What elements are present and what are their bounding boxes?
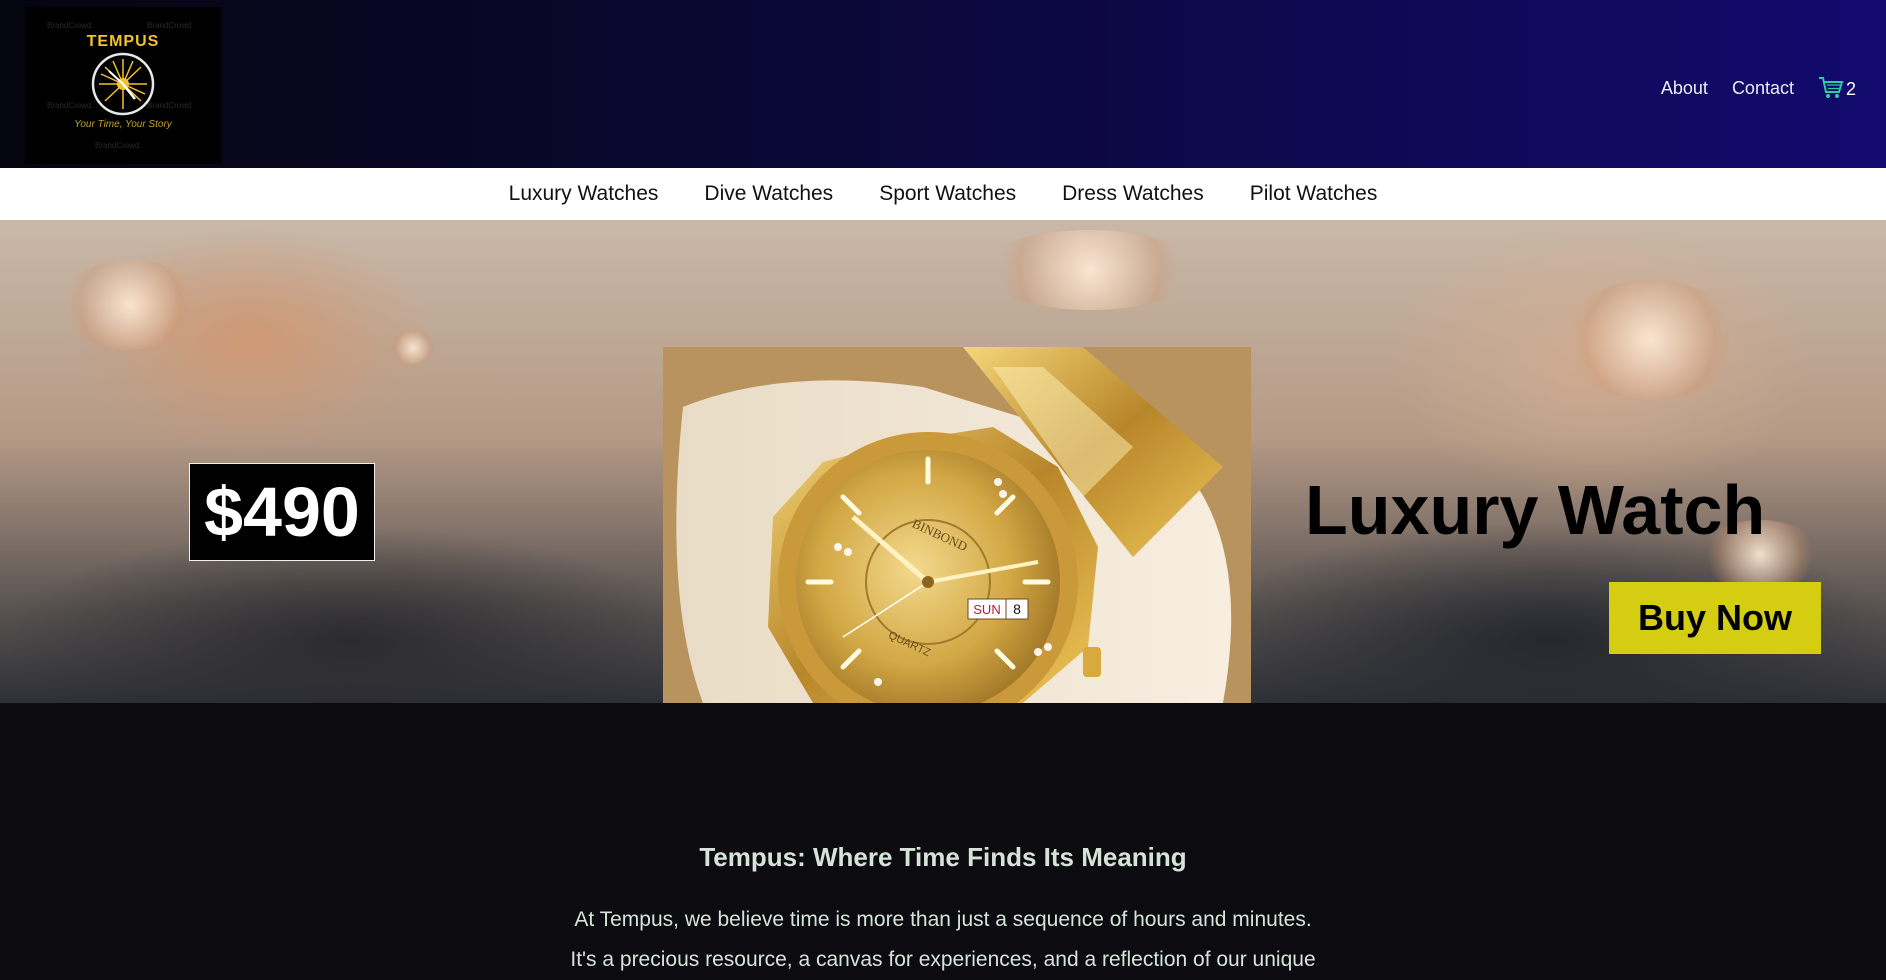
- about-text-line: At Tempus, we believe time is more than …: [574, 908, 1312, 931]
- about-section: Tempus: Where Time Finds Its Meaning At …: [0, 703, 1886, 971]
- buy-now-button[interactable]: Buy Now: [1609, 582, 1821, 654]
- water-splash: [390, 330, 436, 366]
- watch-product-image[interactable]: SUN 8 BINBOND QUARTZ: [663, 347, 1251, 703]
- clock-icon: [91, 52, 155, 116]
- category-sport-watches[interactable]: Sport Watches: [879, 182, 1016, 206]
- watch-date: 8: [1013, 601, 1021, 617]
- price-tag: $490: [189, 463, 375, 561]
- about-text-line: It's a precious resource, a canvas for e…: [570, 948, 1316, 971]
- category-dive-watches[interactable]: Dive Watches: [704, 182, 833, 206]
- water-splash: [60, 260, 200, 350]
- about-text: At Tempus, we believe time is more than …: [540, 900, 1346, 980]
- hero-banner: $490 SUN 8 BINBOND QUARTZ Luxury Watch B…: [0, 220, 1886, 703]
- cart-count: 2: [1845, 79, 1856, 99]
- water-splash: [980, 230, 1200, 310]
- site-header: BrandCrowd BrandCrowd BrandCrowd BrandCr…: [0, 0, 1886, 168]
- cart-button[interactable]: 2: [1818, 76, 1856, 100]
- water-splash: [1560, 280, 1740, 400]
- gold-watch-illustration: SUN 8 BINBOND QUARTZ: [663, 347, 1251, 703]
- price-value: $490: [204, 473, 360, 551]
- top-nav: About Contact 2: [1661, 76, 1856, 100]
- category-dress-watches[interactable]: Dress Watches: [1062, 182, 1204, 206]
- watch-day: SUN: [973, 602, 1000, 617]
- hero-title: Luxury Watch: [1305, 471, 1766, 549]
- category-pilot-watches[interactable]: Pilot Watches: [1250, 182, 1378, 206]
- site-logo[interactable]: BrandCrowd BrandCrowd BrandCrowd BrandCr…: [25, 7, 221, 164]
- category-nav: Luxury Watches Dive Watches Sport Watche…: [0, 168, 1886, 220]
- nav-about-link[interactable]: About: [1661, 78, 1708, 99]
- cart-icon: [1818, 77, 1844, 98]
- logo-tagline: Your Time, Your Story: [74, 119, 172, 130]
- category-luxury-watches[interactable]: Luxury Watches: [509, 182, 659, 206]
- nav-contact-link[interactable]: Contact: [1732, 78, 1794, 99]
- logo-watermark: BrandCrowd: [147, 21, 192, 30]
- logo-watermark: BrandCrowd: [95, 141, 140, 150]
- logo-watermark: BrandCrowd: [47, 21, 92, 30]
- about-title: Tempus: Where Time Finds Its Meaning: [699, 842, 1187, 872]
